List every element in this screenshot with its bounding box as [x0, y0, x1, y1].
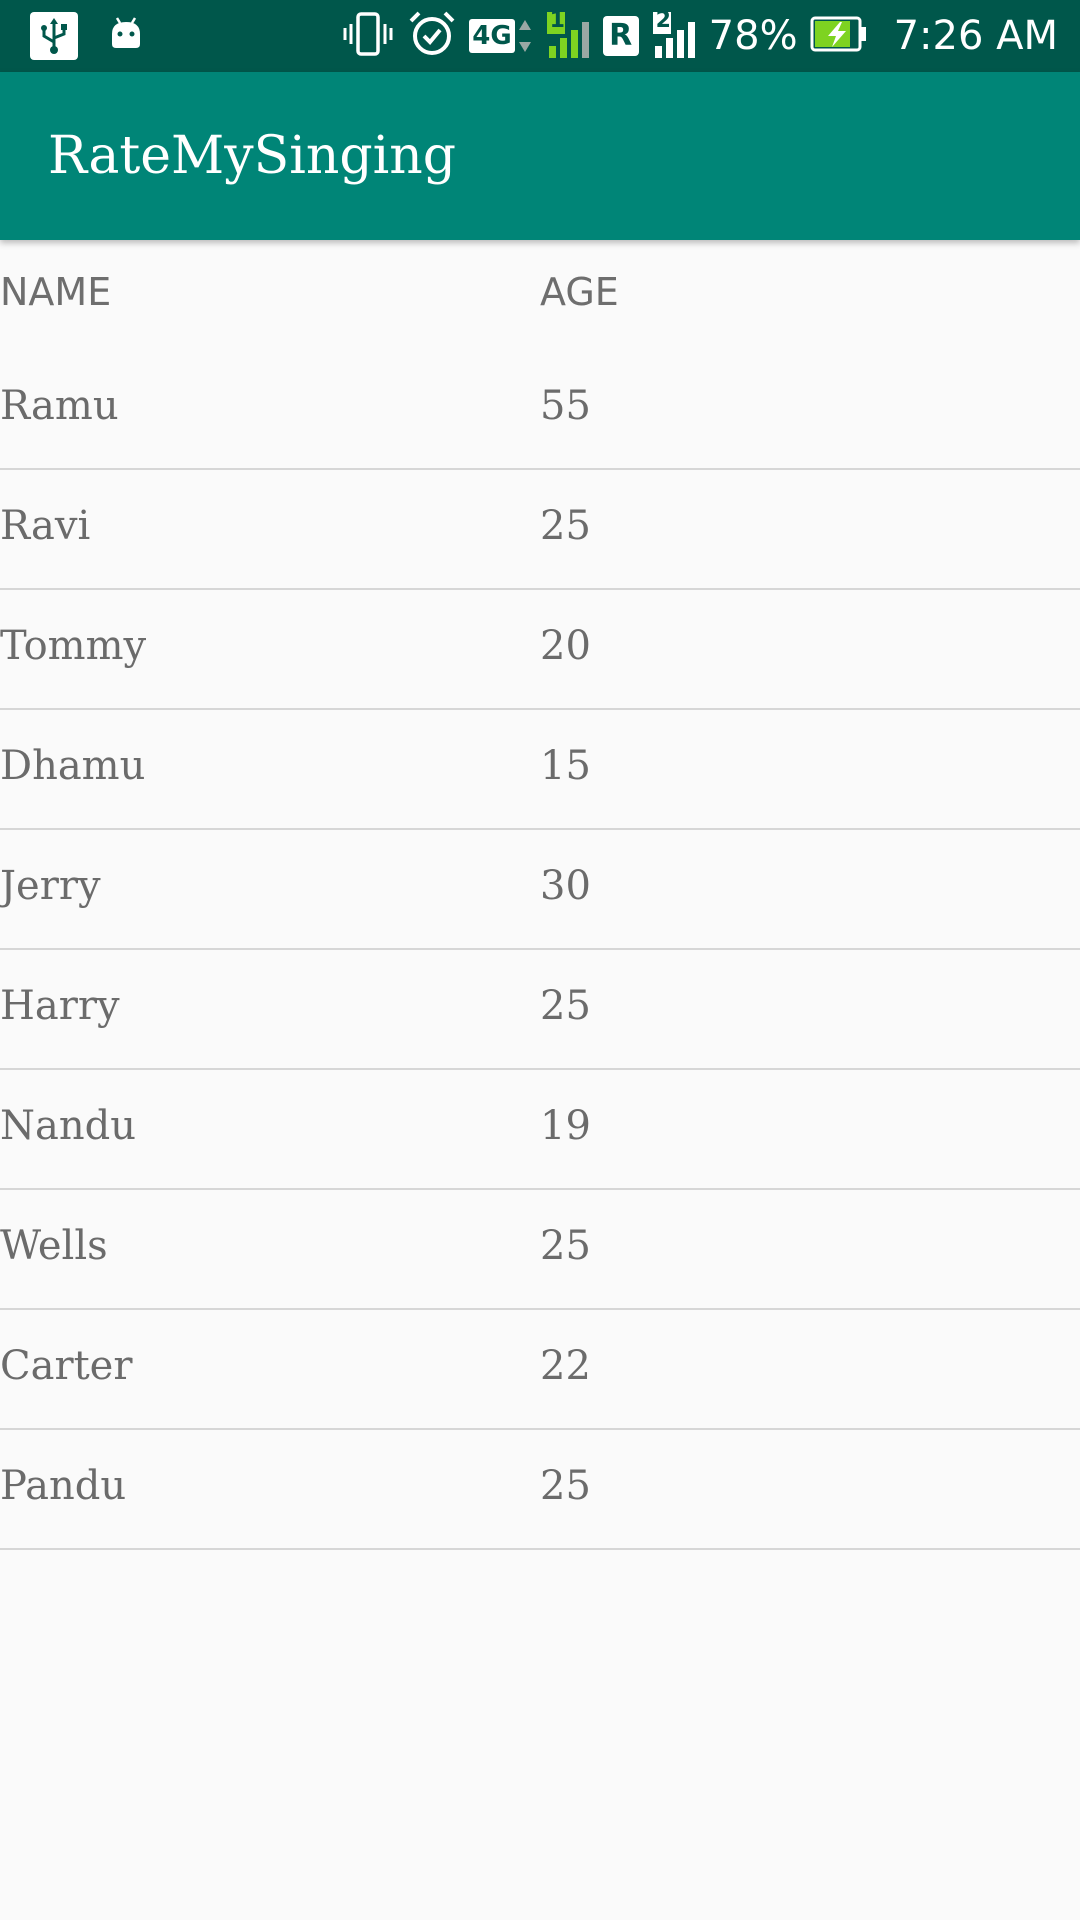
- people-table: NAME AGE Ramu 55 Ravi 25 Tommy 20 Dhamu …: [0, 240, 1080, 1550]
- network-4g-icon: 4G: [469, 18, 532, 54]
- row-age: 30: [540, 863, 591, 909]
- row-age: 25: [540, 1223, 591, 1269]
- network-4g-label: 4G: [469, 19, 515, 53]
- app-bar: RateMySinging: [0, 72, 1080, 240]
- header-age: AGE: [540, 270, 619, 314]
- header-name: NAME: [0, 270, 112, 314]
- row-name: Pandu: [0, 1463, 127, 1509]
- sim1-label: 1: [549, 8, 565, 33]
- vibrate-icon: [341, 10, 395, 62]
- table-row[interactable]: Tommy 20: [0, 590, 1080, 710]
- row-age: 55: [540, 383, 591, 429]
- row-name: Jerry: [0, 863, 101, 909]
- table-row[interactable]: Nandu 19: [0, 1070, 1080, 1190]
- table-row[interactable]: Carter 22: [0, 1310, 1080, 1430]
- table-row[interactable]: Harry 25: [0, 950, 1080, 1070]
- row-age: 15: [540, 743, 591, 789]
- app-title: RateMySinging: [48, 126, 457, 186]
- row-age: 19: [540, 1103, 591, 1149]
- screen: 4G 1 R 2 78% 7:26 AM RateMySinging NAME …: [0, 0, 1080, 1920]
- row-age: 25: [540, 503, 591, 549]
- table-header: NAME AGE: [0, 240, 1080, 350]
- table-row[interactable]: Wells 25: [0, 1190, 1080, 1310]
- battery-charging-icon: [810, 14, 868, 58]
- row-age: 25: [540, 1463, 591, 1509]
- table-row[interactable]: Ramu 55: [0, 350, 1080, 470]
- row-name: Ramu: [0, 383, 119, 429]
- signal-sim1-icon: 1: [545, 8, 591, 60]
- status-bar-right: 4G 1 R 2 78% 7:26 AM: [341, 8, 1058, 63]
- row-name: Nandu: [0, 1103, 136, 1149]
- table-row[interactable]: Jerry 30: [0, 830, 1080, 950]
- roaming-icon: R: [602, 16, 639, 56]
- alarm-icon: [407, 9, 457, 63]
- table-row[interactable]: Pandu 25: [0, 1430, 1080, 1550]
- table-row[interactable]: Ravi 25: [0, 470, 1080, 590]
- row-age: 25: [540, 983, 591, 1029]
- signal-sim2-icon: 2: [651, 8, 697, 60]
- sim2-label: 2: [655, 8, 671, 33]
- row-age: 20: [540, 623, 591, 669]
- row-name: Ravi: [0, 503, 91, 549]
- row-name: Wells: [0, 1223, 108, 1269]
- status-bar-left: [30, 12, 146, 60]
- status-bar: 4G 1 R 2 78% 7:26 AM: [0, 0, 1080, 72]
- usb-icon: [30, 12, 78, 60]
- row-name: Dhamu: [0, 743, 146, 789]
- row-name: Tommy: [0, 623, 147, 669]
- row-name: Carter: [0, 1343, 133, 1389]
- status-time: 7:26 AM: [893, 13, 1058, 59]
- android-debug-icon: [106, 14, 146, 58]
- table-row[interactable]: Dhamu 15: [0, 710, 1080, 830]
- row-name: Harry: [0, 983, 120, 1029]
- row-age: 22: [540, 1343, 591, 1389]
- battery-percent: 78%: [708, 13, 798, 59]
